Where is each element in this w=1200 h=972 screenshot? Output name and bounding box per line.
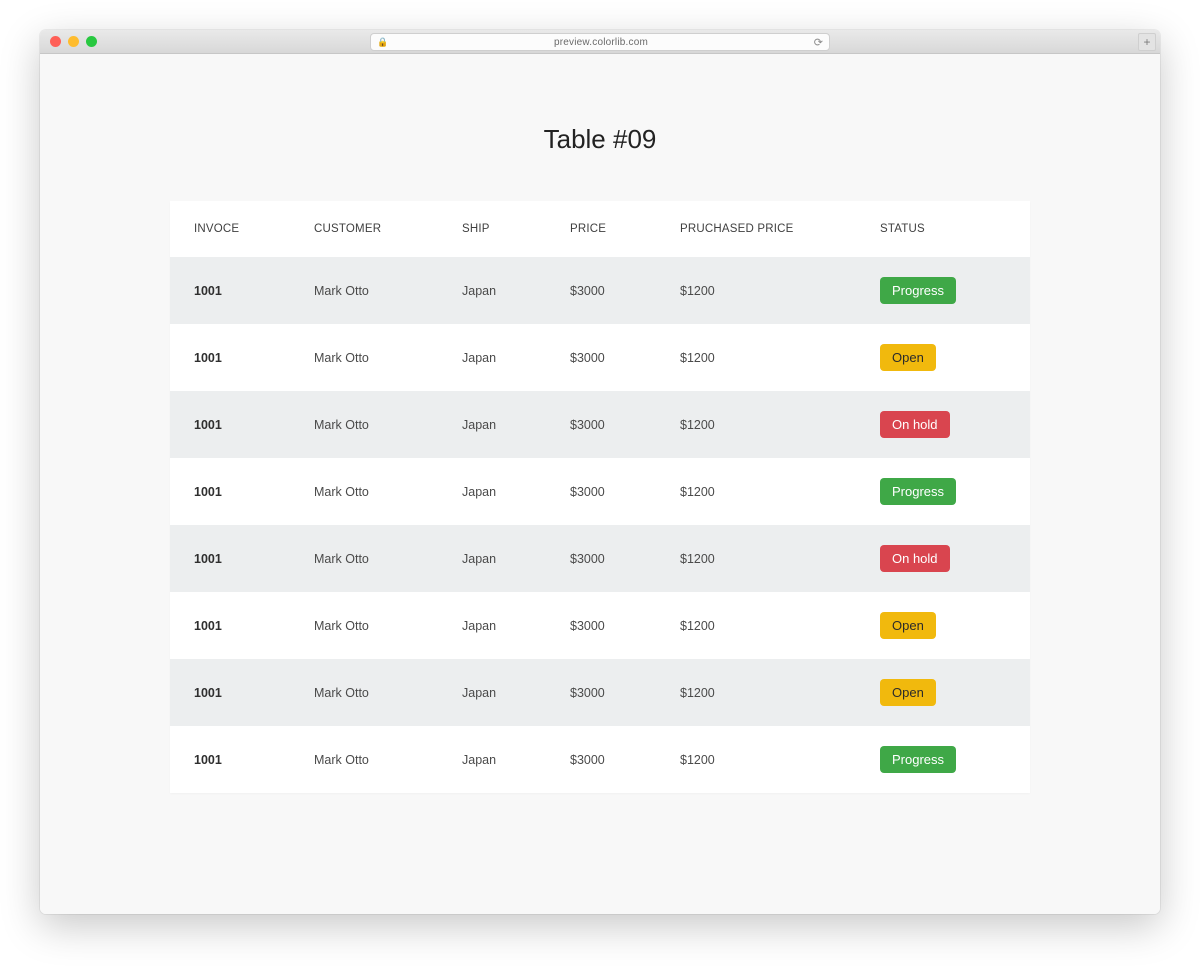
td-customer: Mark Otto <box>290 257 438 324</box>
td-status: On hold <box>856 525 1030 592</box>
td-price: $3000 <box>546 257 656 324</box>
td-status: Progress <box>856 726 1030 793</box>
table-row: 1001Mark OttoJapan$3000$1200 Progress <box>170 257 1030 324</box>
td-invoice: 1001 <box>170 391 290 458</box>
th-ship: SHIP <box>438 201 546 257</box>
td-status: Open <box>856 659 1030 726</box>
reload-icon[interactable]: ⟳ <box>814 36 823 49</box>
browser-window: ◧ 🔒 preview.colorlib.com ⟳ + Table #09 I… <box>40 30 1160 914</box>
td-status: On hold <box>856 391 1030 458</box>
td-purchased: $1200 <box>656 592 856 659</box>
td-price: $3000 <box>546 324 656 391</box>
td-invoice: 1001 <box>170 257 290 324</box>
table-row: 1001Mark OttoJapan$3000$1200 Open <box>170 324 1030 391</box>
td-price: $3000 <box>546 659 656 726</box>
new-tab-button[interactable]: + <box>1138 33 1156 51</box>
window-minimize-button[interactable] <box>68 36 79 47</box>
window-maximize-button[interactable] <box>86 36 97 47</box>
td-purchased: $1200 <box>656 391 856 458</box>
td-status: Open <box>856 592 1030 659</box>
table-row: 1001Mark OttoJapan$3000$1200 Progress <box>170 458 1030 525</box>
td-invoice: 1001 <box>170 659 290 726</box>
table-row: 1001Mark OttoJapan$3000$1200 Open <box>170 592 1030 659</box>
td-customer: Mark Otto <box>290 324 438 391</box>
td-customer: Mark Otto <box>290 391 438 458</box>
td-ship: Japan <box>438 659 546 726</box>
td-invoice: 1001 <box>170 592 290 659</box>
td-status: Progress <box>856 257 1030 324</box>
table-row: 1001Mark OttoJapan$3000$1200 Progress <box>170 726 1030 793</box>
td-ship: Japan <box>438 592 546 659</box>
th-invoice: INVOCE <box>170 201 290 257</box>
td-ship: Japan <box>438 525 546 592</box>
table-header-row: INVOCE CUSTOMER SHIP PRICE PRUCHASED PRI… <box>170 201 1030 257</box>
address-bar[interactable]: 🔒 preview.colorlib.com ⟳ <box>370 33 830 51</box>
td-price: $3000 <box>546 726 656 793</box>
table-row: 1001Mark OttoJapan$3000$1200 On hold <box>170 525 1030 592</box>
td-purchased: $1200 <box>656 659 856 726</box>
th-status: STATUS <box>856 201 1030 257</box>
td-purchased: $1200 <box>656 726 856 793</box>
td-purchased: $1200 <box>656 458 856 525</box>
td-purchased: $1200 <box>656 525 856 592</box>
td-customer: Mark Otto <box>290 726 438 793</box>
status-badge[interactable]: Progress <box>880 277 956 304</box>
page-body: Table #09 INVOCE CUSTOMER SHIP PRICE PRU… <box>40 54 1160 914</box>
td-customer: Mark Otto <box>290 659 438 726</box>
status-badge[interactable]: On hold <box>880 545 950 572</box>
td-status: Open <box>856 324 1030 391</box>
page-title: Table #09 <box>170 124 1030 155</box>
th-price: PRICE <box>546 201 656 257</box>
status-badge[interactable]: Open <box>880 679 936 706</box>
td-price: $3000 <box>546 458 656 525</box>
td-ship: Japan <box>438 458 546 525</box>
window-close-button[interactable] <box>50 36 61 47</box>
td-ship: Japan <box>438 391 546 458</box>
table-row: 1001Mark OttoJapan$3000$1200 On hold <box>170 391 1030 458</box>
td-ship: Japan <box>438 257 546 324</box>
td-invoice: 1001 <box>170 458 290 525</box>
td-purchased: $1200 <box>656 257 856 324</box>
td-ship: Japan <box>438 324 546 391</box>
td-invoice: 1001 <box>170 324 290 391</box>
td-price: $3000 <box>546 592 656 659</box>
td-invoice: 1001 <box>170 726 290 793</box>
td-invoice: 1001 <box>170 525 290 592</box>
td-customer: Mark Otto <box>290 458 438 525</box>
td-price: $3000 <box>546 525 656 592</box>
td-purchased: $1200 <box>656 324 856 391</box>
status-badge[interactable]: Open <box>880 612 936 639</box>
status-badge[interactable]: On hold <box>880 411 950 438</box>
address-text: preview.colorlib.com <box>394 37 808 48</box>
status-badge[interactable]: Progress <box>880 746 956 773</box>
status-badge[interactable]: Open <box>880 344 936 371</box>
td-price: $3000 <box>546 391 656 458</box>
td-customer: Mark Otto <box>290 525 438 592</box>
data-table: INVOCE CUSTOMER SHIP PRICE PRUCHASED PRI… <box>170 201 1030 793</box>
th-customer: CUSTOMER <box>290 201 438 257</box>
td-status: Progress <box>856 458 1030 525</box>
th-purchased: PRUCHASED PRICE <box>656 201 856 257</box>
lock-icon: 🔒 <box>377 37 388 48</box>
table-row: 1001Mark OttoJapan$3000$1200 Open <box>170 659 1030 726</box>
titlebar: ◧ 🔒 preview.colorlib.com ⟳ + <box>40 30 1160 54</box>
status-badge[interactable]: Progress <box>880 478 956 505</box>
td-ship: Japan <box>438 726 546 793</box>
td-customer: Mark Otto <box>290 592 438 659</box>
